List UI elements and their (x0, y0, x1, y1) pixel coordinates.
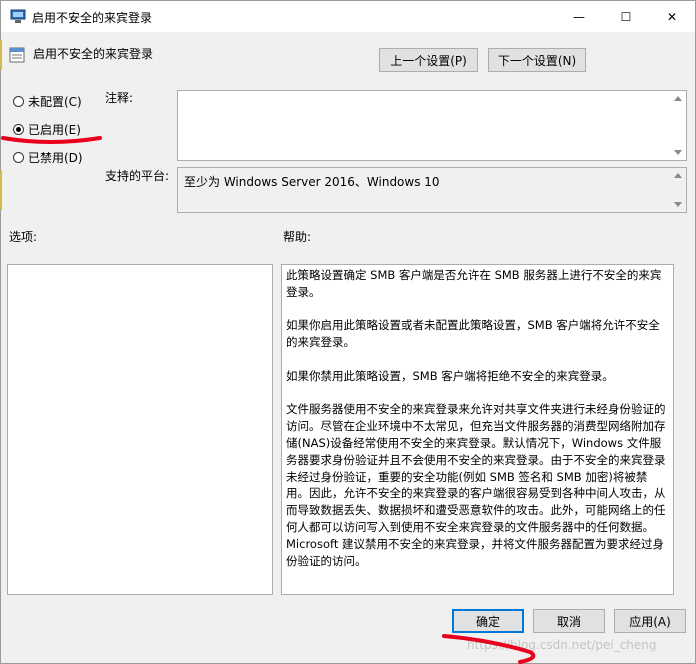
window-title: 启用不安全的来宾登录 (32, 11, 153, 25)
apply-button[interactable]: 应用(A) (614, 609, 686, 633)
minimize-button[interactable]: — (556, 1, 602, 32)
next-setting-button[interactable]: 下一个设置(N) (488, 48, 586, 72)
policy-app-icon (10, 9, 26, 23)
help-text-panel[interactable]: 此策略设置确定 SMB 客户端是否允许在 SMB 服务器上进行不安全的来宾登录。… (281, 264, 674, 595)
comment-textarea[interactable] (177, 90, 687, 161)
watermark-text: https://blog.csdn.net/pei_cheng (467, 638, 657, 652)
platform-label: 支持的平台: (105, 169, 170, 183)
scroll-up-arrow-icon[interactable] (674, 96, 682, 101)
maximize-icon: ☐ (620, 9, 632, 24)
close-button[interactable]: ✕ (649, 1, 695, 32)
comment-scrollbar[interactable] (674, 91, 686, 160)
title-bar[interactable]: 启用不安全的来宾登录 — ☐ ✕ (1, 1, 695, 32)
platform-value: 至少为 Windows Server 2016、Windows 10 (184, 175, 440, 189)
setting-icon (9, 47, 25, 63)
help-paragraph: 此策略设置确定 SMB 客户端是否允许在 SMB 服务器上进行不安全的来宾登录。 (286, 268, 662, 299)
help-paragraph: 如果你启用此策略设置或者未配置此策略设置，SMB 客户端将允许不安全的来宾登录。 (286, 318, 660, 350)
radio-circle-icon[interactable] (13, 96, 24, 107)
scroll-down-arrow-icon[interactable] (674, 202, 682, 207)
background-strip (0, 40, 2, 70)
radio-label: 未配置(C) (28, 95, 82, 109)
radio-enabled[interactable]: 已启用(E) (13, 121, 81, 138)
close-icon: ✕ (666, 9, 678, 24)
scroll-up-arrow-icon[interactable] (674, 173, 682, 178)
radio-selected-icon[interactable] (13, 124, 24, 135)
options-panel (7, 264, 273, 595)
help-paragraph: 文件服务器使用不安全的来宾登录来允许对共享文件夹进行未经身份验证的访问。尽管在企… (286, 402, 666, 568)
scroll-down-arrow-icon[interactable] (674, 150, 682, 155)
radio-circle-icon[interactable] (13, 152, 24, 163)
radio-label: 已启用(E) (28, 123, 81, 137)
previous-setting-button[interactable]: 上一个设置(P) (379, 48, 478, 72)
setting-title: 启用不安全的来宾登录 (33, 47, 154, 61)
radio-label: 已禁用(D) (28, 151, 83, 165)
options-label: 选项: (9, 230, 38, 244)
policy-dialog: 启用不安全的来宾登录 — ☐ ✕ 启用不安全的来宾登录 上一个设置(P) 下一个… (0, 0, 696, 664)
radio-disabled[interactable]: 已禁用(D) (13, 149, 83, 166)
platform-field: 至少为 Windows Server 2016、Windows 10 (177, 167, 687, 213)
ok-button[interactable]: 确定 (452, 609, 524, 633)
cancel-button[interactable]: 取消 (533, 609, 605, 633)
help-label: 帮助: (283, 230, 312, 244)
background-strip (0, 170, 2, 210)
comment-label: 注释: (105, 91, 134, 105)
radio-not-configured[interactable]: 未配置(C) (13, 93, 82, 110)
platform-scrollbar[interactable] (674, 168, 686, 212)
help-paragraph: 如果你禁用此策略设置，SMB 客户端将拒绝不安全的来宾登录。 (286, 368, 614, 383)
minimize-icon: — (573, 9, 585, 24)
maximize-button[interactable]: ☐ (603, 1, 649, 32)
